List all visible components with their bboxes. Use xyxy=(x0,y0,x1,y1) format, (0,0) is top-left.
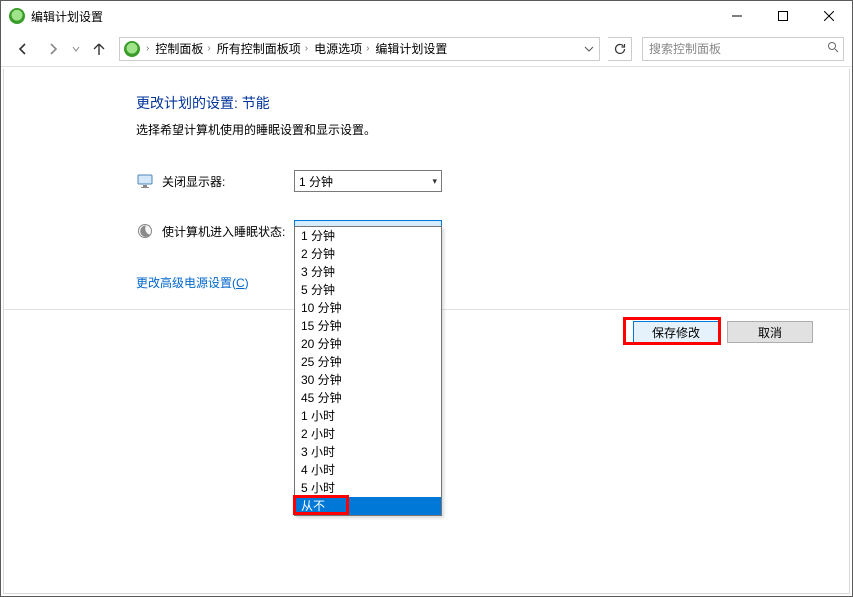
dropdown-option[interactable]: 1 小时 xyxy=(295,407,441,425)
search-input[interactable] xyxy=(647,41,827,57)
breadcrumb-item[interactable]: 编辑计划设置 xyxy=(375,40,447,57)
search-icon xyxy=(827,41,839,56)
dropdown-option[interactable]: 2 分钟 xyxy=(295,245,441,263)
dropdown-option[interactable]: 20 分钟 xyxy=(295,335,441,353)
display-off-label: 关闭显示器: xyxy=(162,173,294,190)
dropdown-option[interactable]: 4 小时 xyxy=(295,461,441,479)
address-dropdown-button[interactable] xyxy=(579,44,599,54)
sleep-dropdown-list[interactable]: 1 分钟2 分钟3 分钟5 分钟10 分钟15 分钟20 分钟25 分钟30 分… xyxy=(294,226,442,516)
forward-button[interactable] xyxy=(39,35,67,63)
dropdown-option[interactable]: 10 分钟 xyxy=(295,299,441,317)
sleep-label: 使计算机进入睡眠状态: xyxy=(162,223,294,240)
dropdown-option[interactable]: 25 分钟 xyxy=(295,353,441,371)
address-bar[interactable]: › 控制面板› 所有控制面板项› 电源选项› 编辑计划设置 xyxy=(119,37,600,61)
monitor-icon xyxy=(136,172,154,190)
dropdown-option[interactable]: 15 分钟 xyxy=(295,317,441,335)
window-title: 编辑计划设置 xyxy=(31,8,103,25)
address-app-icon xyxy=(124,41,140,57)
dropdown-option[interactable]: 3 小时 xyxy=(295,443,441,461)
dropdown-option[interactable]: 5 小时 xyxy=(295,479,441,497)
page-heading: 更改计划的设置: 节能 xyxy=(136,93,849,113)
close-button[interactable] xyxy=(806,1,852,31)
display-off-value: 1 分钟 xyxy=(299,173,333,190)
cancel-button[interactable]: 取消 xyxy=(727,321,813,343)
dropdown-option[interactable]: 5 分钟 xyxy=(295,281,441,299)
dropdown-option[interactable]: 30 分钟 xyxy=(295,371,441,389)
advanced-power-settings-link[interactable]: 更改高级电源设置(C) xyxy=(136,274,249,291)
chevron-down-icon: ▾ xyxy=(432,176,437,187)
chevron-right-icon: › xyxy=(144,43,151,54)
breadcrumb-item[interactable]: 所有控制面板项› xyxy=(217,40,310,57)
dropdown-option[interactable]: 2 小时 xyxy=(295,425,441,443)
breadcrumb-item[interactable]: 电源选项› xyxy=(314,40,371,57)
dropdown-option[interactable]: 1 分钟 xyxy=(295,227,441,245)
dropdown-option[interactable]: 3 分钟 xyxy=(295,263,441,281)
refresh-button[interactable] xyxy=(608,37,632,61)
breadcrumb-item[interactable]: 控制面板› xyxy=(155,40,212,57)
dropdown-option[interactable]: 45 分钟 xyxy=(295,389,441,407)
up-button[interactable] xyxy=(85,35,113,63)
maximize-button[interactable] xyxy=(760,1,806,31)
history-dropdown-button[interactable] xyxy=(69,35,83,63)
save-button[interactable]: 保存修改 xyxy=(633,321,719,343)
page-description: 选择希望计算机使用的睡眠设置和显示设置。 xyxy=(136,121,849,138)
dropdown-option[interactable]: 从不 xyxy=(295,497,441,515)
back-button[interactable] xyxy=(9,35,37,63)
search-box[interactable] xyxy=(642,37,844,61)
minimize-button[interactable] xyxy=(714,1,760,31)
app-icon xyxy=(9,8,25,24)
moon-icon xyxy=(136,222,154,240)
display-off-select[interactable]: 1 分钟 ▾ xyxy=(294,170,442,192)
